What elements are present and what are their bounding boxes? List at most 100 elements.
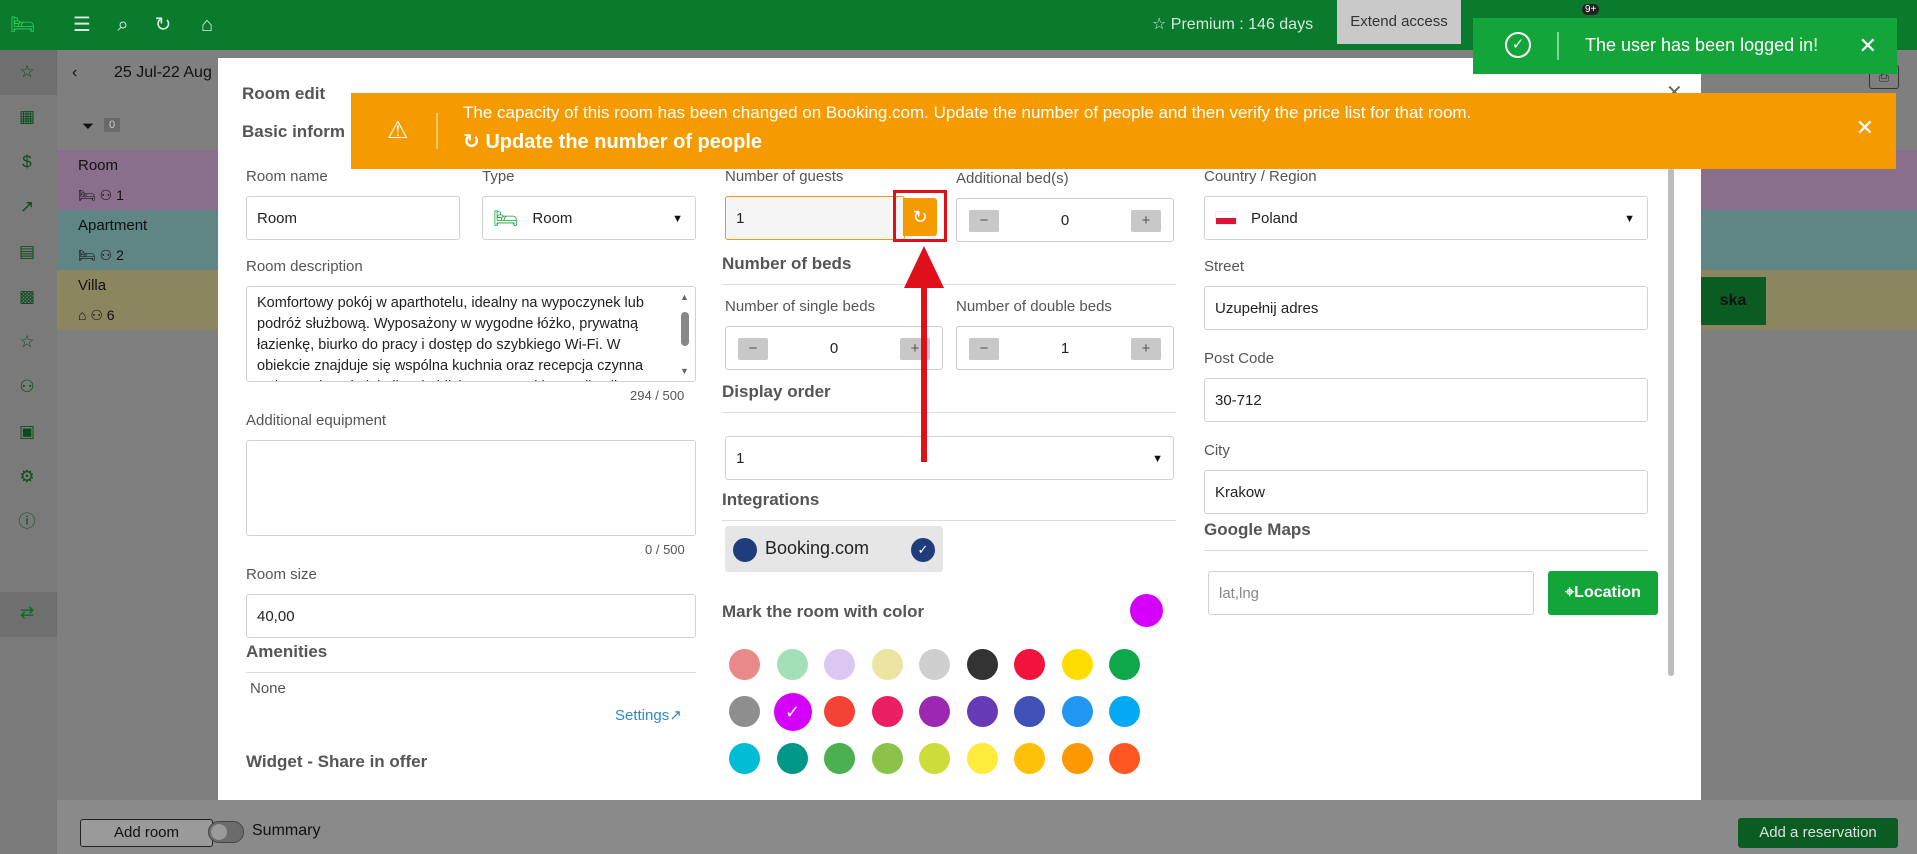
menu-icon[interactable]: ☰ — [70, 13, 94, 37]
city-input[interactable]: Krakow — [1204, 470, 1648, 514]
color-swatch[interactable] — [824, 649, 855, 680]
summary-toggle[interactable] — [208, 821, 244, 843]
description-scrollbar[interactable]: ▲ ▼ — [680, 292, 690, 376]
color-swatch[interactable]: ✓ — [773, 693, 812, 731]
notification-badge: 9+ — [1582, 4, 1600, 15]
display-order-select[interactable]: 1 ▼ — [725, 436, 1174, 480]
color-swatch[interactable] — [729, 696, 760, 727]
color-swatch[interactable] — [919, 743, 950, 774]
color-swatch[interactable] — [919, 696, 950, 727]
guests-input[interactable]: 1 — [725, 196, 905, 240]
dollar-icon[interactable]: $ — [16, 151, 38, 173]
beds-heading: Number of beds — [722, 254, 852, 273]
location-button-label: Location — [1574, 584, 1641, 601]
bed-logo-icon[interactable]: 🛏 — [10, 13, 35, 37]
add-reservation-button[interactable]: Add a reservation — [1738, 818, 1898, 848]
latlng-input[interactable]: lat,lng — [1208, 571, 1534, 615]
room-size-input[interactable]: 40,00 — [246, 594, 696, 638]
color-swatch[interactable] — [1109, 696, 1140, 727]
sync-icon[interactable]: ⇄ — [16, 602, 38, 624]
date-range: 25 Jul-22 Aug — [114, 64, 212, 81]
filter-icon[interactable]: ⏷ — [82, 118, 94, 135]
room-description-textarea[interactable]: Komfortowy pokój w aparthotelu, idealny … — [246, 286, 696, 382]
room-name-input[interactable]: Room — [246, 196, 460, 240]
color-swatch[interactable] — [729, 743, 760, 774]
star-icon[interactable]: ☆ — [16, 61, 38, 83]
location-button[interactable]: ⌖Location — [1548, 571, 1658, 615]
color-swatch[interactable] — [1014, 696, 1045, 727]
close-banner-icon[interactable]: ✕ — [1856, 115, 1874, 141]
refresh-icon[interactable]: ↻ — [151, 13, 175, 37]
color-swatch[interactable] — [776, 649, 808, 680]
color-swatch[interactable] — [1014, 743, 1045, 774]
premium-status: ☆ Premium : 146 days — [1152, 16, 1314, 33]
additional-equipment-textarea[interactable] — [246, 440, 696, 536]
search-icon[interactable]: ⌕ — [111, 13, 135, 37]
description-counter: 294 / 500 — [630, 388, 685, 403]
location-pin-icon: ⌖ — [1565, 584, 1575, 601]
filter-count: 0 — [104, 118, 121, 132]
color-swatch[interactable] — [966, 649, 998, 680]
integration-name: Booking.com — [765, 538, 870, 558]
briefcase-icon[interactable]: ▣ — [16, 421, 38, 443]
settings-link[interactable]: Settings↗ — [615, 706, 682, 724]
amenities-divider — [246, 672, 696, 673]
home-icon[interactable]: ⌂ — [195, 13, 219, 37]
beds-divider — [722, 284, 1176, 285]
additional-beds-plus-button[interactable]: + — [1131, 210, 1161, 232]
banner-message: The capacity of this room has been chang… — [463, 103, 1472, 122]
double-beds-stepper[interactable]: − 1 + — [956, 326, 1174, 370]
postcode-input[interactable]: 30-712 — [1204, 378, 1648, 422]
double-beds-plus-button[interactable]: + — [1131, 338, 1161, 360]
prev-range-icon[interactable]: ‹ — [72, 64, 77, 82]
color-swatch[interactable] — [1109, 649, 1140, 680]
add-room-button[interactable]: Add room — [80, 819, 213, 847]
color-swatch[interactable] — [1061, 649, 1093, 680]
color-swatch[interactable] — [1014, 649, 1045, 680]
color-swatch[interactable] — [1109, 743, 1140, 774]
double-beds-minus-button[interactable]: − — [969, 338, 999, 360]
color-swatch[interactable] — [966, 743, 998, 774]
villa-row-name: Villa — [78, 277, 107, 294]
add-user-icon[interactable]: ⚇ — [16, 376, 38, 398]
info-icon[interactable]: ⓘ — [16, 511, 38, 533]
color-swatch[interactable] — [824, 743, 855, 774]
document-icon[interactable]: ▤ — [16, 241, 38, 263]
color-swatch[interactable] — [1061, 696, 1093, 727]
additional-beds-minus-button[interactable]: − — [969, 210, 999, 232]
color-swatch[interactable] — [871, 743, 903, 774]
grid-icon[interactable]: ▩ — [16, 286, 38, 308]
color-swatch[interactable] — [871, 649, 903, 680]
calendar-icon[interactable]: ▦ — [16, 106, 38, 128]
chart-icon[interactable]: ↗ — [16, 196, 38, 218]
additional-beds-stepper[interactable]: − 0 + — [956, 198, 1174, 242]
reservation-block[interactable]: ska — [1700, 277, 1766, 325]
display-order-divider — [722, 412, 1176, 413]
single-beds-minus-button[interactable]: − — [738, 338, 768, 360]
color-swatch[interactable] — [1061, 743, 1093, 774]
additional-beds-value: 0 — [1060, 212, 1070, 229]
color-swatch[interactable] — [824, 696, 855, 727]
modal-scrollbar[interactable] — [1668, 168, 1674, 676]
update-people-link[interactable]: ↻ Update the number of people — [463, 129, 762, 154]
room-size-label: Room size — [246, 566, 317, 583]
gear-icon[interactable]: ⚙ — [16, 466, 38, 488]
color-swatch[interactable] — [966, 696, 998, 727]
booking-integration[interactable]: Booking.com ✓ — [725, 526, 943, 572]
amenities-value: None — [250, 680, 286, 697]
color-swatch[interactable] — [871, 696, 903, 727]
country-select[interactable]: Poland ▼ — [1204, 196, 1648, 240]
reservation-block-text: ska — [1719, 292, 1747, 309]
selected-color-preview — [1130, 594, 1163, 627]
city-label: City — [1204, 442, 1230, 459]
color-swatch[interactable] — [919, 649, 950, 680]
star-outline-icon[interactable]: ☆ — [16, 331, 38, 353]
type-select[interactable]: 🛏 Room ▼ — [482, 196, 696, 240]
single-beds-label: Number of single beds — [725, 298, 876, 315]
color-swatch[interactable] — [729, 649, 760, 680]
street-input[interactable]: Uzupełnij adres — [1204, 286, 1648, 330]
color-swatch[interactable] — [776, 743, 808, 774]
chevron-down-icon: ▼ — [1624, 213, 1635, 225]
close-toast-icon[interactable]: ✕ — [1859, 33, 1877, 59]
extend-access-button[interactable]: Extend access — [1337, 0, 1461, 44]
